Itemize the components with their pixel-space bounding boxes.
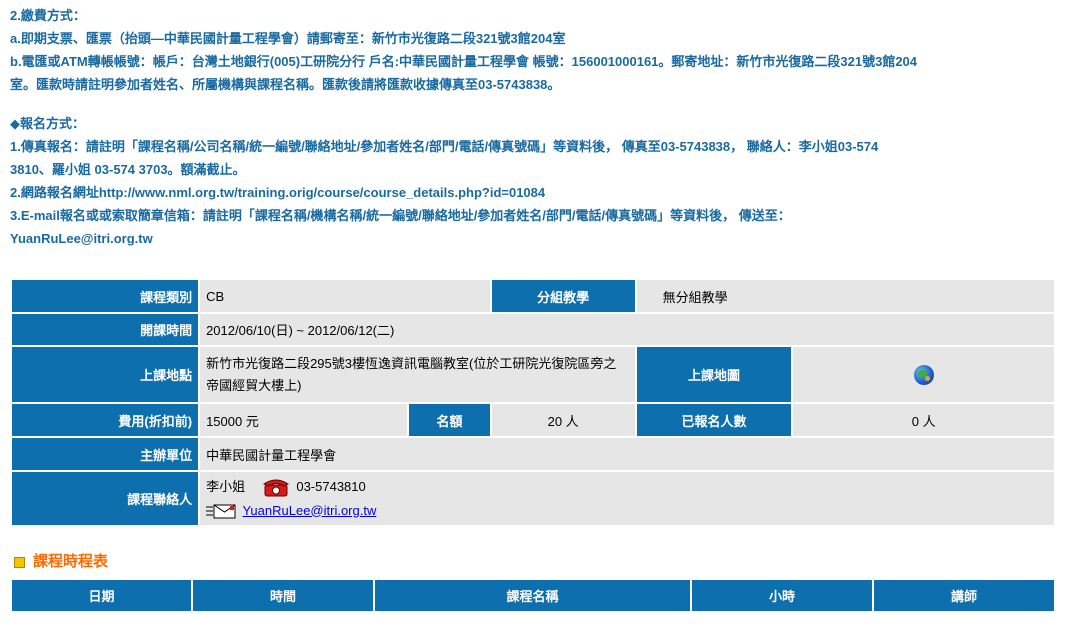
row-date: 開課時間 2012/06/10(日) ~ 2012/06/12(二) [12, 314, 1054, 345]
quota-value: 20 人 [491, 404, 635, 436]
contact-phone-line: 李小姐 03-5743810 [206, 475, 1048, 499]
organizer-value: 中華民國計量工程學會 [200, 438, 1054, 470]
row-location: 上課地點 新竹市光復路二段295號3樓恆逸資訊電腦教室(位於工研院光復院區旁之帝… [12, 347, 1054, 402]
group-label: 分組教學 [491, 280, 635, 312]
contact-value: 李小姐 03-5743810 YuanRuLee@itri.org.tw [200, 472, 1054, 525]
course-info-table: 課程類別 CB 分組教學 無分組教學 開課時間 2012/06/10(日) ~ … [10, 278, 1056, 527]
row-contact: 課程聯絡人 李小姐 03-5743810 YuanRuLee@itri.org.… [12, 472, 1054, 525]
contact-label: 課程聯絡人 [12, 472, 199, 525]
location-label: 上課地點 [12, 347, 199, 402]
payment-line-a: a.即期支票、匯票（抬頭—中華民國計量工程學會）請郵寄至：新竹市光復路二段321… [10, 31, 566, 46]
organizer-label: 主辦單位 [12, 438, 199, 470]
registration-heading: ◆報名方式： [10, 116, 85, 131]
schedule-col-hours: 小時 [692, 580, 872, 611]
mail-icon [206, 503, 236, 519]
category-value: CB [200, 280, 490, 312]
schedule-table: 日期 時間 課程名稱 小時 講師 [10, 578, 1056, 613]
globe-icon[interactable] [913, 364, 934, 385]
contact-phone: 03-5743810 [296, 478, 366, 494]
row-fee: 費用(折扣前) 15000 元 名額 20 人 已報名人數 0 人 [12, 404, 1054, 436]
contact-name: 李小姐 [206, 478, 246, 494]
row-category: 課程類別 CB 分組教學 無分組教學 [12, 280, 1054, 312]
map-cell [793, 347, 1054, 402]
schedule-section-title: 課程時程表 [14, 550, 108, 571]
registered-label: 已報名人數 [636, 404, 792, 436]
fee-value: 15000 元 [200, 404, 408, 436]
fee-label: 費用(折扣前) [12, 404, 199, 436]
group-value: 無分組教學 [636, 280, 1054, 312]
registration-line-2: 2.網路報名網址http://www.nml.org.tw/training.o… [10, 185, 546, 200]
contact-email-line: YuanRuLee@itri.org.tw [206, 499, 1048, 523]
schedule-col-date: 日期 [12, 580, 191, 611]
phone-icon [262, 477, 289, 497]
map-label: 上課地圖 [636, 347, 792, 402]
square-bullet-icon [14, 556, 25, 568]
schedule-title-text: 課程時程表 [33, 553, 109, 570]
location-value: 新竹市光復路二段295號3樓恆逸資訊電腦教室(位於工研院光復院區旁之帝國經貿大樓… [200, 347, 635, 402]
contact-email-link[interactable]: YuanRuLee@itri.org.tw [242, 503, 376, 518]
payment-line-b1: b.電匯或ATM轉帳帳號：帳戶：台灣土地銀行(005)工研院分行 戶名:中華民國… [10, 54, 918, 69]
registered-value: 0 人 [793, 404, 1054, 436]
schedule-col-instructor: 講師 [874, 580, 1054, 611]
notes-section: 2.繳費方式： a.即期支票、匯票（抬頭—中華民國計量工程學會）請郵寄至：新竹市… [10, 4, 1060, 250]
quota-label: 名額 [409, 404, 490, 436]
registration-email: YuanRuLee@itri.org.tw [10, 231, 153, 246]
date-value: 2012/06/10(日) ~ 2012/06/12(二) [200, 314, 1054, 345]
schedule-col-course: 課程名稱 [375, 580, 690, 611]
payment-heading: 2.繳費方式： [10, 8, 86, 23]
registration-line-1b: 3810、羅小姐 03-574 3703。額滿截止。 [10, 162, 246, 177]
schedule-col-time: 時間 [193, 580, 373, 611]
date-label: 開課時間 [12, 314, 199, 345]
row-organizer: 主辦單位 中華民國計量工程學會 [12, 438, 1054, 470]
category-label: 課程類別 [12, 280, 199, 312]
payment-line-b2: 室。匯款時請註明參加者姓名、所屬機構與課程名稱。匯款後請將匯款收據傳真至03-5… [10, 77, 561, 92]
schedule-header-row: 日期 時間 課程名稱 小時 講師 [12, 580, 1054, 611]
registration-line-1a: 1.傳真報名：請註明「課程名稱/公司名稱/統一編號/聯絡地址/參加者姓名/部門/… [10, 139, 879, 154]
registration-line-3a: 3.E-mail報名或或索取簡章信箱：請註明「課程名稱/機構名稱/統一編號/聯絡… [10, 208, 791, 223]
